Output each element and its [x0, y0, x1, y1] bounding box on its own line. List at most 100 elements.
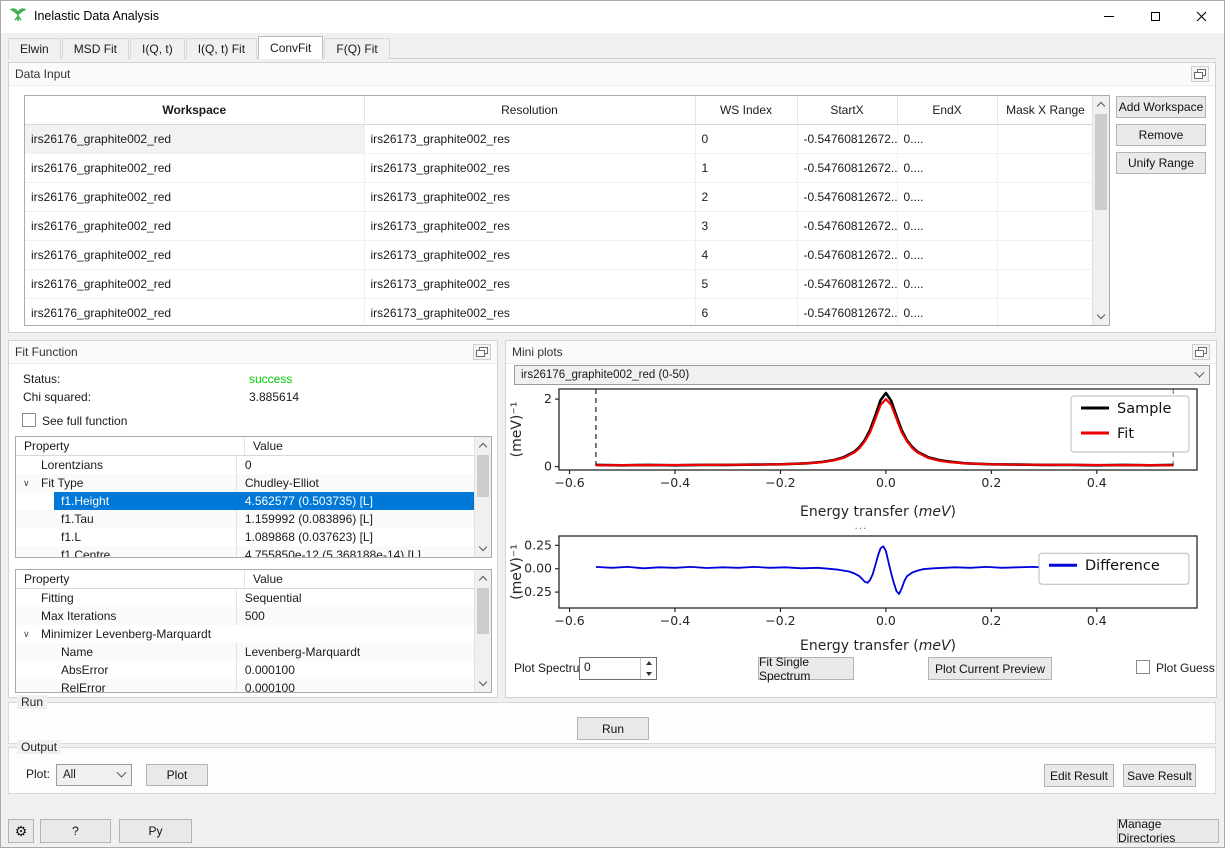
cell-ws_index[interactable]: 3 [695, 211, 797, 240]
tab-f-q-fit[interactable]: F(Q) Fit [324, 38, 389, 59]
run-button[interactable]: Run [577, 717, 649, 740]
property-row[interactable]: ∨Minimizer Levenberg-Marquardt [16, 625, 474, 643]
scroll-thumb[interactable] [1095, 114, 1107, 210]
plot-current-preview-button[interactable]: Plot Current Preview [928, 657, 1052, 680]
workspace-selector-dropdown[interactable]: irs26176_graphite002_red (0-50) [514, 365, 1210, 385]
cell-ws_index[interactable]: 0 [695, 124, 797, 153]
unify-range-button[interactable]: Unify Range [1116, 152, 1206, 174]
col-workspace[interactable]: Workspace [25, 96, 364, 124]
scroll-down-icon[interactable] [479, 543, 487, 551]
cell-ws_index[interactable]: 6 [695, 298, 797, 326]
scroll-down-icon[interactable] [1097, 311, 1105, 319]
cell-resolution[interactable]: irs26173_graphite002_res [364, 182, 695, 211]
scroll-up-icon[interactable] [479, 576, 487, 584]
cell-endx[interactable]: 0.... [897, 240, 997, 269]
workspace-row[interactable]: irs26176_graphite002_redirs26173_graphit… [25, 182, 1094, 211]
settings-button[interactable]: ⚙ [8, 819, 34, 843]
property-row[interactable]: FittingSequential [16, 589, 474, 607]
undock-button[interactable] [1192, 344, 1210, 360]
cell-workspace[interactable]: irs26176_graphite002_red [25, 153, 364, 182]
cell-endx[interactable]: 0.... [897, 211, 997, 240]
cell-ws_index[interactable]: 2 [695, 182, 797, 211]
col-ws-index[interactable]: WS Index [695, 96, 797, 124]
tab-convfit[interactable]: ConvFit [258, 36, 323, 59]
cell-startx[interactable]: -0.54760812672... [797, 298, 897, 326]
cell-ws_index[interactable]: 1 [695, 153, 797, 182]
property-row[interactable]: f1.Centre4.755850e-12 (5.368188e-14) [L] [16, 546, 474, 558]
property-row[interactable]: Lorentzians0 [16, 456, 474, 474]
add-workspace-button[interactable]: Add Workspace [1116, 96, 1206, 118]
cell-startx[interactable]: -0.54760812672... [797, 269, 897, 298]
tab-i-q-t[interactable]: I(Q, t) [130, 38, 185, 59]
fit-single-spectrum-button[interactable]: Fit Single Spectrum [758, 657, 854, 680]
plot-button[interactable]: Plot [146, 764, 208, 786]
cell-mask[interactable] [997, 182, 1094, 211]
manage-directories-button[interactable]: Manage Directories [1117, 819, 1219, 843]
scroll-up-icon[interactable] [479, 443, 487, 451]
cell-mask[interactable] [997, 298, 1094, 326]
plot-spectrum-spinbox[interactable]: 0 [579, 657, 657, 680]
python-button[interactable]: Py [119, 819, 192, 843]
property-row[interactable]: f1.L1.089868 (0.037623) [L] [16, 528, 474, 546]
col-resolution[interactable]: Resolution [364, 96, 695, 124]
cell-ws_index[interactable]: 4 [695, 240, 797, 269]
undock-button[interactable] [473, 344, 491, 360]
spin-up-button[interactable] [641, 658, 656, 669]
col-mask-x-range[interactable]: Mask X Range [997, 96, 1094, 124]
cell-mask[interactable] [997, 124, 1094, 153]
cell-endx[interactable]: 0.... [897, 298, 997, 326]
cell-startx[interactable]: -0.54760812672... [797, 211, 897, 240]
cell-endx[interactable]: 0.... [897, 269, 997, 298]
cell-workspace[interactable]: irs26176_graphite002_red [25, 182, 364, 211]
edit-result-button[interactable]: Edit Result [1044, 764, 1114, 787]
minimize-button[interactable] [1086, 1, 1132, 32]
undock-button[interactable] [1191, 66, 1209, 82]
cell-mask[interactable] [997, 269, 1094, 298]
cell-endx[interactable]: 0.... [897, 182, 997, 211]
save-result-button[interactable]: Save Result [1123, 764, 1196, 787]
scroll-up-icon[interactable] [1097, 102, 1105, 110]
help-button[interactable]: ? [40, 819, 111, 843]
cell-startx[interactable]: -0.54760812672... [797, 240, 897, 269]
cell-ws_index[interactable]: 5 [695, 269, 797, 298]
close-button[interactable] [1178, 1, 1224, 32]
scroll-down-icon[interactable] [479, 678, 487, 686]
workspace-row[interactable]: irs26176_graphite002_redirs26173_graphit… [25, 240, 1094, 269]
cell-startx[interactable]: -0.54760812672... [797, 182, 897, 211]
spin-down-button[interactable] [641, 669, 656, 680]
cell-mask[interactable] [997, 240, 1094, 269]
scroll-thumb[interactable] [477, 588, 489, 634]
cell-resolution[interactable]: irs26173_graphite002_res [364, 240, 695, 269]
property-row[interactable]: RelError0.000100 [16, 679, 474, 693]
property-row[interactable]: NameLevenberg-Marquardt [16, 643, 474, 661]
expand-arrow-icon[interactable]: ∨ [23, 474, 30, 492]
scroll-thumb[interactable] [477, 455, 489, 497]
workspace-row[interactable]: irs26176_graphite002_redirs26173_graphit… [25, 269, 1094, 298]
remove-button[interactable]: Remove [1116, 124, 1206, 146]
cell-endx[interactable]: 0.... [897, 124, 997, 153]
workspace-row[interactable]: irs26176_graphite002_redirs26173_graphit… [25, 211, 1094, 240]
cell-resolution[interactable]: irs26173_graphite002_res [364, 211, 695, 240]
expand-arrow-icon[interactable]: ∨ [23, 625, 30, 643]
cell-mask[interactable] [997, 153, 1094, 182]
workspace-row[interactable]: irs26176_graphite002_redirs26173_graphit… [25, 298, 1094, 326]
plot-guess-checkbox[interactable] [1136, 660, 1150, 674]
cell-workspace[interactable]: irs26176_graphite002_red [25, 298, 364, 326]
cell-mask[interactable] [997, 211, 1094, 240]
see-full-function-checkbox[interactable] [22, 413, 36, 427]
cell-startx[interactable]: -0.54760812672... [797, 153, 897, 182]
cell-workspace[interactable]: irs26176_graphite002_red [25, 240, 364, 269]
cell-endx[interactable]: 0.... [897, 153, 997, 182]
cell-resolution[interactable]: irs26173_graphite002_res [364, 124, 695, 153]
property-row[interactable]: f1.Height4.562577 (0.503735) [L] [16, 492, 474, 510]
cell-resolution[interactable]: irs26173_graphite002_res [364, 153, 695, 182]
cell-workspace[interactable]: irs26176_graphite002_red [25, 211, 364, 240]
tab-msd-fit[interactable]: MSD Fit [62, 38, 129, 59]
workspace-row[interactable]: irs26176_graphite002_redirs26173_graphit… [25, 124, 1094, 153]
property-row[interactable]: f1.Tau1.159992 (0.083896) [L] [16, 510, 474, 528]
tab-i-q-t-fit[interactable]: I(Q, t) Fit [186, 38, 257, 59]
cell-resolution[interactable]: irs26173_graphite002_res [364, 298, 695, 326]
col-endx[interactable]: EndX [897, 96, 997, 124]
table-scrollbar[interactable] [1092, 96, 1109, 325]
cell-startx[interactable]: -0.54760812672... [797, 124, 897, 153]
